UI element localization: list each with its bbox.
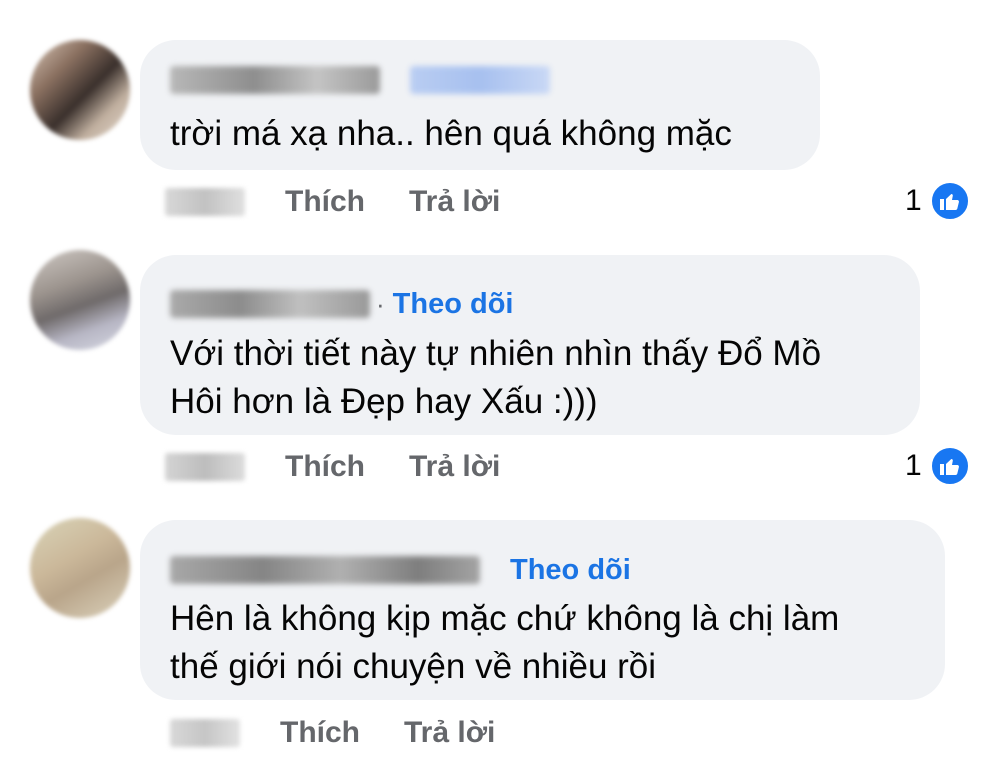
comment-text: trời má xạ nha.. hên quá không mặc <box>170 110 732 158</box>
thumbs-up-icon <box>929 446 970 486</box>
comment-text: Với thời tiết này tự nhiên nhìn thấy Đổ … <box>170 330 821 426</box>
thumbs-up-icon <box>929 181 970 221</box>
author-name-blurred[interactable] <box>170 290 370 318</box>
author-name-blurred[interactable] <box>170 66 380 94</box>
comment-text-line: thế giới nói chuyện về nhiều rồi <box>170 647 657 686</box>
timestamp-blurred[interactable] <box>165 188 245 216</box>
reaction-count: 1 <box>905 449 922 482</box>
author-name-blurred[interactable] <box>170 556 480 584</box>
comment-actions: Thích Trả lời <box>165 447 544 487</box>
reaction-count: 1 <box>905 184 922 217</box>
reply-button[interactable]: Trả lời <box>409 185 500 219</box>
avatar[interactable] <box>30 40 130 140</box>
comment-text: Hên là không kịp mặc chứ không là chị là… <box>170 595 839 691</box>
comment-text-line: Hên là không kịp mặc chứ không là chị là… <box>170 599 840 638</box>
comment-actions: Thích Trả lời <box>165 182 544 222</box>
author-row: Theo dõi <box>170 548 631 592</box>
author-row: · Theo dõi <box>170 282 514 326</box>
reaction-summary[interactable]: 1 <box>905 180 970 222</box>
follow-link[interactable]: Theo dõi <box>393 288 514 321</box>
avatar[interactable] <box>30 250 130 350</box>
timestamp-blurred[interactable] <box>170 719 240 747</box>
author-row <box>170 60 550 100</box>
reaction-summary[interactable]: 1 <box>905 445 970 487</box>
reply-button[interactable]: Trả lời <box>409 450 500 484</box>
author-badge-blurred <box>410 66 550 94</box>
timestamp-blurred[interactable] <box>165 453 245 481</box>
separator-dot: · <box>376 288 385 319</box>
avatar[interactable] <box>30 518 130 618</box>
comment-text-line: Với thời tiết này tự nhiên nhìn thấy Đổ … <box>170 334 822 373</box>
like-button[interactable]: Thích <box>285 450 365 484</box>
like-button[interactable]: Thích <box>285 185 365 219</box>
like-button[interactable]: Thích <box>280 716 360 750</box>
comment-text-line: Hôi hơn là Đẹp hay Xấu :))) <box>170 382 598 421</box>
reply-button[interactable]: Trả lời <box>404 716 495 750</box>
comment-text-line: trời má xạ nha.. hên quá không mặc <box>170 114 732 153</box>
comment-actions: Thích Trả lời <box>170 713 539 753</box>
follow-link[interactable]: Theo dõi <box>510 554 631 587</box>
